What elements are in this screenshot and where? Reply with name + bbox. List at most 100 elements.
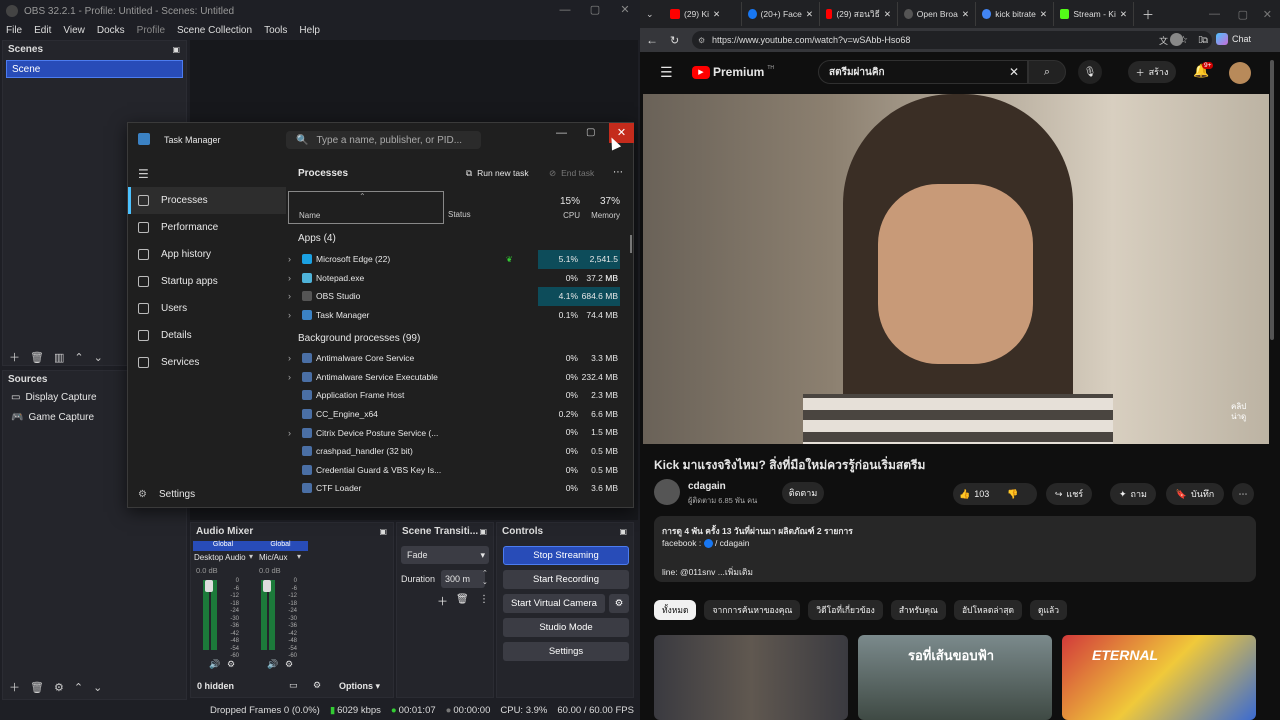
tab-facebook[interactable]: (20+) Face ✕ [742, 2, 820, 26]
menu-view[interactable]: View [63, 25, 85, 36]
new-tab-icon[interactable]: ＋ [1142, 6, 1154, 23]
nav-services[interactable]: Services [128, 349, 286, 376]
filter-chip[interactable]: สำหรับคุณ [890, 600, 946, 620]
close-icon[interactable]: ✕ [713, 9, 720, 20]
move-down-icon[interactable]: ⌄ [94, 351, 103, 364]
nav-settings[interactable]: ⚙ Settings [128, 481, 286, 508]
nav-performance[interactable]: Performance [128, 214, 286, 241]
settings-icon[interactable]: ⚙ [227, 659, 235, 670]
scene-filters-icon[interactable]: ▥ [54, 351, 64, 364]
menu-tools[interactable]: Tools [264, 25, 287, 36]
yt-search-button[interactable]: ⌕ [1028, 60, 1066, 84]
process-row[interactable]: Application Frame Host 0% 2.3 MB [288, 386, 628, 405]
speaker-icon[interactable]: 🔊 [267, 659, 278, 670]
filter-chip[interactable]: อัปโหลดล่าสุด [953, 600, 1023, 620]
minimize-icon[interactable]: — [1209, 8, 1220, 20]
channel-avatar[interactable] [654, 479, 680, 505]
video-thumbnail[interactable]: ETERNAL [1062, 635, 1256, 720]
more-icon[interactable]: ⋮ [479, 594, 489, 605]
tab-youtube-2[interactable]: (29) สอนวิธี ✕ [820, 2, 898, 26]
dropdown-icon[interactable]: ▾ [297, 552, 301, 561]
minimize-icon[interactable]: — [550, 0, 580, 20]
close-icon[interactable]: ✕ [806, 9, 813, 20]
process-row[interactable]: › OBS Studio 4.1% 684.6 MB [288, 287, 628, 306]
dropdown-icon[interactable]: ▾ [249, 552, 253, 561]
filter-chip[interactable]: ทั้งหมด [654, 600, 697, 620]
address-bar[interactable]: ⚙ https://www.youtube.com/watch?v=wSAbb-… [692, 31, 1212, 49]
process-row[interactable]: Credential Guard & VBS Key Is... 0% 0.5 MB [288, 461, 628, 480]
status-column-header[interactable]: Status [448, 210, 471, 219]
close-icon[interactable]: ✕ [1040, 9, 1047, 20]
scene-item[interactable]: Scene [6, 60, 183, 78]
process-row[interactable]: › Antimalware Core Service 0% 3.3 MB [288, 349, 628, 368]
share-button[interactable]: ↪ แชร์ [1046, 483, 1092, 505]
hamburger-icon[interactable]: ☰ [660, 64, 673, 81]
nav-users[interactable]: Users [128, 295, 286, 322]
split-icon[interactable]: ▯ [1198, 34, 1203, 45]
layout-icon[interactable]: ▭ [289, 680, 298, 691]
expand-icon[interactable]: › [288, 291, 302, 301]
process-row[interactable]: crashpad_handler (32 bit) 0% 0.5 MB [288, 442, 628, 461]
more-options-icon[interactable]: ⋯ [613, 167, 623, 178]
process-row[interactable]: › Citrix Device Posture Service (... 0% 1.5… [288, 423, 628, 442]
translate-icon[interactable]: 文 [1159, 34, 1168, 47]
expand-icon[interactable]: › [288, 310, 302, 320]
add-transition-icon[interactable]: ＋ [437, 593, 448, 609]
dislike-icon[interactable]: 👎 [1007, 489, 1018, 500]
end-task-button[interactable]: ⊘ End task [549, 168, 594, 179]
close-icon[interactable]: ✕ [962, 9, 969, 20]
nav-app-history[interactable]: App history [128, 241, 286, 268]
tab-youtube-1[interactable]: (29) Ki ✕ [664, 2, 742, 26]
remove-transition-icon[interactable]: 🗑 [456, 594, 469, 605]
yt-search-input[interactable]: สตรีมผ่านคิก ✕ [818, 60, 1028, 84]
menu-docks[interactable]: Docks [97, 25, 125, 36]
minimize-icon[interactable]: — [556, 127, 567, 139]
process-row[interactable]: › Notepad.exe 0% 37.2 MB [288, 269, 628, 288]
maximize-icon[interactable]: ▢ [1238, 8, 1248, 21]
profile-icon[interactable] [1170, 33, 1183, 46]
speaker-icon[interactable]: 🔊 [209, 659, 220, 670]
undock-icon[interactable]: ▣ [619, 527, 627, 536]
tab-obs[interactable]: Open Broa ✕ [898, 2, 976, 26]
save-button[interactable]: 🔖 บันทึก [1166, 483, 1224, 505]
run-new-task-button[interactable]: ⧉ Run new task [466, 168, 529, 179]
start-recording-button[interactable]: Start Recording [503, 570, 629, 589]
start-virtual-camera-button[interactable]: Start Virtual Camera [503, 594, 605, 613]
expand-icon[interactable]: › [288, 353, 302, 363]
undock-icon[interactable]: ▣ [172, 45, 180, 54]
account-avatar[interactable] [1229, 62, 1251, 84]
menu-scene-collection[interactable]: Scene Collection [177, 25, 252, 36]
more-actions-icon[interactable]: ⋯ [1232, 483, 1254, 505]
undock-icon[interactable]: ▣ [379, 527, 387, 536]
studio-mode-button[interactable]: Studio Mode [503, 618, 629, 637]
create-button[interactable]: ＋สร้าง [1128, 61, 1176, 83]
nav-details[interactable]: Details [128, 322, 286, 349]
page-scrollbar[interactable] [1270, 60, 1274, 340]
filter-chip[interactable]: ดูแล้ว [1030, 600, 1068, 620]
process-row[interactable]: › Task Manager 0.1% 74.4 MB [288, 306, 628, 325]
volume-slider[interactable] [205, 580, 213, 592]
filter-chip[interactable]: วิดีโอที่เกี่ยวข้อง [808, 600, 883, 620]
process-row[interactable]: › Antimalware Service Executable 0% 232.4 M… [288, 368, 628, 387]
duration-input[interactable]: 300 m [441, 570, 485, 588]
fb-link[interactable]: / cdagain [713, 538, 750, 548]
scrollbar[interactable] [630, 235, 632, 253]
reload-icon[interactable]: ↻ [670, 34, 679, 47]
remove-source-icon[interactable]: 🗑 [30, 681, 44, 694]
hamburger-icon[interactable]: ☰ [138, 167, 149, 181]
transition-select[interactable]: Fade ▾ [401, 546, 489, 564]
close-icon[interactable]: ✕ [884, 9, 891, 20]
menu-file[interactable]: File [6, 25, 22, 36]
tab-kick[interactable]: Stream - Ki ✕ [1054, 2, 1134, 26]
nav-startup-apps[interactable]: Startup apps [128, 268, 286, 295]
menu-profile[interactable]: Profile [137, 25, 165, 36]
youtube-logo[interactable]: ▶ Premium TH [692, 65, 774, 79]
nav-processes[interactable]: Processes [128, 187, 286, 214]
menu-edit[interactable]: Edit [34, 25, 51, 36]
process-row[interactable]: CC_Engine_x64 0.2% 6.6 MB [288, 405, 628, 424]
vcam-settings-icon[interactable]: ⚙ [609, 594, 629, 613]
process-row[interactable]: › Microsoft Edge (22) 5.1% 2,541.5 MB ❦ [288, 250, 628, 283]
undock-icon[interactable]: ▣ [479, 527, 487, 536]
stop-streaming-button[interactable]: Stop Streaming [503, 546, 629, 565]
tm-search-input[interactable]: 🔍 Type a name, publisher, or PID... [286, 131, 481, 149]
